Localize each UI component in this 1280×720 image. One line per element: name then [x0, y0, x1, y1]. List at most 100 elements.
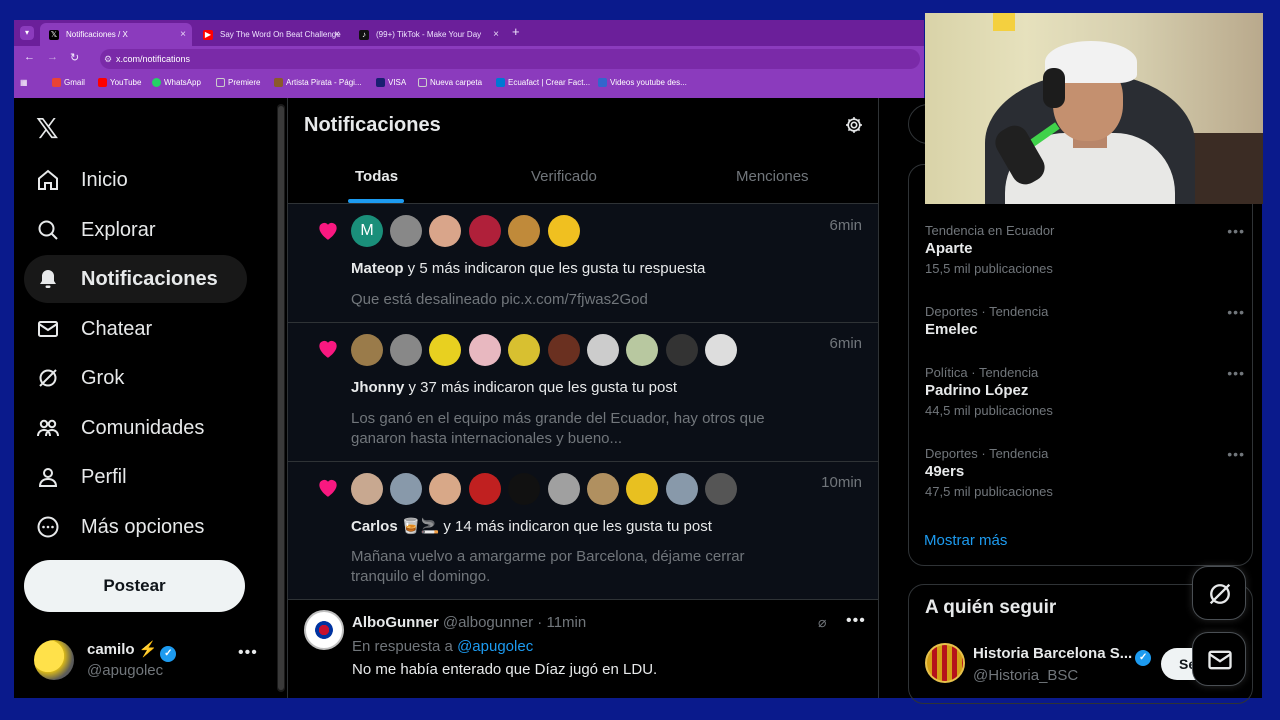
nav-item-grok[interactable]: Grok: [24, 354, 247, 402]
bookmark-visa[interactable]: VISA: [376, 78, 406, 87]
avatar[interactable]: [469, 473, 501, 505]
post-author-handle[interactable]: @albogunner: [443, 614, 533, 631]
notification-item[interactable]: 10min Carlos 🥃🚬 y 14 más indicaron que l…: [288, 462, 878, 600]
avatar[interactable]: [304, 610, 344, 650]
trend-item[interactable]: Deportes · Tendencia Emelec •••: [925, 304, 1245, 338]
avatar[interactable]: [351, 473, 383, 505]
show-more-link[interactable]: Mostrar más: [924, 532, 1007, 549]
tab-search-button[interactable]: ▾: [20, 26, 34, 40]
grok-fab[interactable]: [1192, 566, 1246, 620]
bookmark-videos-youtube[interactable]: Videos youtube des...: [598, 78, 687, 87]
bookmark-site-icon: [598, 78, 607, 87]
avatar[interactable]: [705, 334, 737, 366]
ellipsis-icon[interactable]: •••: [1227, 365, 1245, 381]
tab-menciones[interactable]: Menciones: [736, 168, 809, 185]
notification-actor[interactable]: Carlos 🥃🚬: [351, 518, 439, 535]
ellipsis-icon[interactable]: •••: [1227, 223, 1245, 239]
post-time[interactable]: 11min: [546, 614, 586, 631]
close-tab-icon[interactable]: ×: [334, 23, 340, 46]
bookmark-artista-pirata[interactable]: Artista Pirata - Pági...: [274, 78, 362, 87]
bookmark-youtube[interactable]: YouTube: [98, 78, 141, 87]
tab-todas[interactable]: Todas: [355, 168, 398, 185]
avatar[interactable]: [390, 473, 422, 505]
scrollbar[interactable]: [277, 104, 285, 692]
avatar[interactable]: [351, 334, 383, 366]
close-tab-icon[interactable]: ×: [493, 23, 499, 46]
new-tab-icon[interactable]: +: [512, 24, 520, 39]
back-arrow-icon[interactable]: ←: [24, 51, 35, 63]
avatar[interactable]: [508, 473, 540, 505]
account-switcher[interactable]: camilo ⚡ ✓ @apugolec •••: [24, 634, 264, 684]
avatar[interactable]: [469, 215, 501, 247]
avatar[interactable]: [666, 334, 698, 366]
avatar[interactable]: [390, 215, 422, 247]
nav-item-chatear[interactable]: Chatear: [24, 305, 247, 353]
avatar[interactable]: [548, 473, 580, 505]
avatar[interactable]: [626, 473, 658, 505]
trend-item[interactable]: Política · Tendencia Padrino López 44,5 …: [925, 365, 1245, 418]
notification-item[interactable]: M 6min Mateop y 5 más indicaron que les …: [288, 204, 878, 323]
reply-post[interactable]: AlboGunner @albogunner · 11min ⌀ ••• En …: [288, 600, 878, 698]
bookmark-gmail[interactable]: Gmail: [52, 78, 85, 87]
close-tab-icon[interactable]: ×: [180, 23, 186, 46]
scrollbar-thumb[interactable]: [278, 106, 284, 690]
avatar[interactable]: M: [351, 215, 383, 247]
in-reply-to-link[interactable]: @apugolec: [457, 638, 533, 655]
active-tab-indicator: [348, 199, 404, 203]
avatar[interactable]: [626, 334, 658, 366]
browser-tab-tiktok[interactable]: ♪ (99+) TikTok - Make Your Day ×: [350, 23, 505, 46]
apps-grid-icon[interactable]: ▦: [20, 78, 28, 87]
post-author-name[interactable]: AlboGunner: [352, 614, 439, 631]
ellipsis-icon[interactable]: •••: [846, 612, 866, 630]
grok-icon[interactable]: ⌀: [818, 614, 826, 631]
trend-item[interactable]: Tendencia en Ecuador Aparte 15,5 mil pub…: [925, 223, 1245, 276]
trend-item[interactable]: Deportes · Tendencia 49ers 47,5 mil publ…: [925, 446, 1245, 499]
avatar[interactable]: [390, 334, 422, 366]
bookmark-ecuafact[interactable]: Ecuafact | Crear Fact...: [496, 78, 590, 87]
notification-text: Jhonny y 37 más indicaron que les gusta …: [351, 379, 851, 396]
avatar[interactable]: [548, 215, 580, 247]
avatar[interactable]: [429, 334, 461, 366]
suggested-account-name-row[interactable]: Historia Barcelona S... ✓: [973, 645, 1152, 666]
messages-fab[interactable]: [1192, 632, 1246, 686]
notification-actor[interactable]: Jhonny: [351, 379, 404, 396]
bookmark-nueva-carpeta[interactable]: Nueva carpeta: [418, 78, 482, 87]
nav-item-notificaciones[interactable]: Notificaciones: [24, 255, 247, 303]
forward-arrow-icon[interactable]: →: [47, 51, 58, 63]
tab-label: (99+) TikTok - Make Your Day: [376, 30, 482, 39]
nav-item-perfil[interactable]: Perfil: [24, 453, 247, 501]
site-info-icon[interactable]: ⚙: [104, 49, 112, 69]
reload-icon[interactable]: ↻: [70, 51, 79, 64]
nav-item-mas-opciones[interactable]: Más opciones: [24, 503, 247, 551]
ellipsis-icon[interactable]: •••: [1227, 446, 1245, 462]
bookmark-premiere[interactable]: Premiere: [216, 78, 260, 87]
browser-tab-youtube[interactable]: ▶ Say The Word On Beat Challenge ×: [194, 23, 346, 46]
avatar[interactable]: [429, 215, 461, 247]
nav-item-comunidades[interactable]: Comunidades: [24, 404, 247, 452]
avatar[interactable]: [508, 215, 540, 247]
avatar[interactable]: [587, 473, 619, 505]
avatar[interactable]: [429, 473, 461, 505]
avatar[interactable]: [925, 643, 965, 683]
ellipsis-icon[interactable]: •••: [238, 644, 258, 662]
post-button[interactable]: Postear: [24, 560, 245, 612]
trend-post-count: 44,5 mil publicaciones: [925, 403, 1053, 418]
avatar[interactable]: [508, 334, 540, 366]
ellipsis-icon[interactable]: •••: [1227, 304, 1245, 320]
address-bar[interactable]: ⚙ x.com/notifications: [100, 49, 920, 69]
avatar[interactable]: [705, 473, 737, 505]
tab-verificado[interactable]: Verificado: [531, 168, 597, 185]
nav-item-explorar[interactable]: Explorar: [24, 206, 247, 254]
avatar[interactable]: [548, 334, 580, 366]
bookmark-whatsapp[interactable]: WhatsApp: [152, 78, 201, 87]
avatar[interactable]: [666, 473, 698, 505]
avatar[interactable]: [587, 334, 619, 366]
nav-item-inicio[interactable]: Inicio: [24, 156, 247, 204]
browser-tab-notifications[interactable]: 𝕏 Notificaciones / X ×: [40, 23, 192, 46]
notification-actor[interactable]: Mateop: [351, 260, 404, 277]
gear-icon[interactable]: [844, 115, 864, 135]
trend-name: Emelec: [925, 321, 978, 338]
notification-item[interactable]: 6min Jhonny y 37 más indicaron que les g…: [288, 323, 878, 462]
x-logo-icon[interactable]: 𝕏: [36, 112, 59, 145]
avatar[interactable]: [469, 334, 501, 366]
